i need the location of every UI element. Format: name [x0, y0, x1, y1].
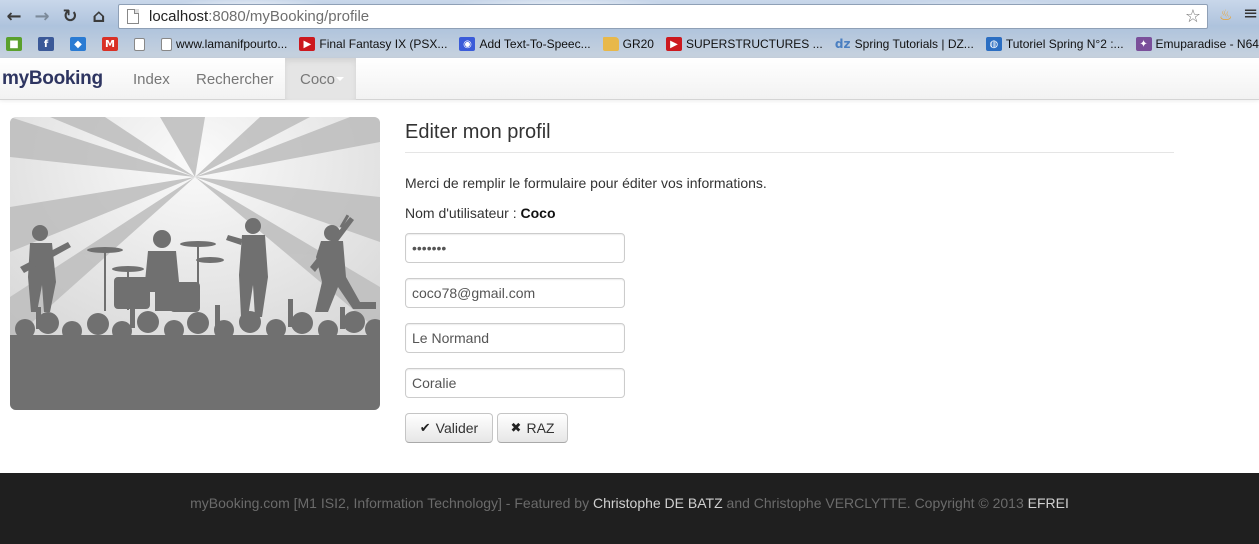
bookmark-item[interactable]: M	[96, 37, 122, 51]
page-footer: myBooking.com [M1 ISI2, Information Tech…	[0, 473, 1259, 544]
form-instructions: Merci de remplir le formulaire pour édit…	[405, 175, 767, 191]
dzone-icon: dz	[834, 37, 851, 51]
address-bar[interactable]: localhost:8080/myBooking/profile ☆	[118, 4, 1208, 29]
bookmark-item[interactable]: ◍ Tutoriel Spring N°2 :...	[980, 37, 1124, 51]
back-icon[interactable]: ←	[2, 4, 26, 28]
messenger-icon: ◆	[70, 37, 86, 51]
nav-item-rechercher[interactable]: Rechercher	[181, 58, 289, 100]
footer-text: myBooking.com [M1 ISI2, Information Tech…	[190, 495, 1069, 511]
bookmark-item[interactable]: ■	[0, 37, 26, 51]
bookmark-item[interactable]: f	[32, 37, 58, 51]
submit-button[interactable]: ✔ Valider	[405, 413, 493, 443]
checkmark-icon: ✔	[419, 420, 431, 436]
extension-flame-icon[interactable]: ♨	[1219, 6, 1232, 24]
bookmark-item[interactable]: ▶ Final Fantasy IX (PSX...	[293, 37, 447, 51]
bookmark-item[interactable]: www.lamanifpourto...	[155, 37, 287, 51]
home-icon[interactable]: ⌂	[87, 4, 111, 28]
lastname-field[interactable]	[405, 323, 625, 353]
bookmark-item[interactable]	[128, 37, 149, 51]
password-field[interactable]	[405, 233, 625, 263]
globe-icon: ◍	[985, 37, 1002, 51]
url-path: :8080/myBooking/profile	[208, 8, 370, 25]
youtube-icon: ▶	[665, 37, 682, 51]
page-title: Editer mon profil	[405, 121, 551, 143]
bookmark-label: SUPERSTRUCTURES ...	[685, 37, 823, 51]
bookmark-item[interactable]: ✦Emuparadise - N64 ...	[1130, 37, 1259, 51]
bookmark-item[interactable]: ▶ SUPERSTRUCTURES ...	[660, 37, 823, 51]
divider	[405, 152, 1174, 153]
concert-image	[10, 117, 380, 410]
speech-icon: ◉	[459, 37, 476, 51]
browser-toolbar: ← → ↻ ⌂ localhost:8080/myBooking/profile…	[0, 0, 1259, 58]
gmail-icon: M	[102, 37, 118, 51]
bookmark-label: www.lamanifpourto...	[176, 37, 288, 51]
submit-label: Valider	[435, 420, 479, 436]
url-host: localhost	[149, 8, 209, 25]
apps-icon: ■	[6, 37, 22, 51]
username-label: Nom d'utilisateur :	[405, 205, 521, 221]
reset-label: RAZ	[526, 420, 555, 436]
firstname-field[interactable]	[405, 368, 625, 398]
bookmark-label: GR20	[622, 37, 654, 51]
bookmark-label: Final Fantasy IX (PSX...	[319, 37, 448, 51]
brand-logo[interactable]: myBooking	[2, 68, 103, 90]
nav-item-index[interactable]: Index	[118, 58, 185, 100]
nav-item-user-dropdown[interactable]: Coco	[285, 58, 356, 100]
forward-icon[interactable]: →	[30, 4, 54, 28]
page-icon	[161, 37, 172, 51]
bookmark-item[interactable]: ◉ Add Text-To-Speec...	[453, 37, 591, 51]
page-icon	[127, 9, 139, 24]
bookmark-item[interactable]: GR20	[597, 37, 654, 51]
username-value: Coco	[520, 205, 556, 221]
bookmark-item[interactable]: dz Spring Tutorials | DZ...	[829, 37, 974, 51]
folder-icon	[602, 37, 619, 51]
site-navbar: myBooking Index Rechercher Coco	[0, 58, 1259, 100]
bookmark-label: Tutoriel Spring N°2 :...	[1005, 37, 1124, 51]
bookmark-label: Spring Tutorials | DZ...	[854, 37, 974, 51]
chevron-down-icon	[336, 77, 345, 81]
efrei-link[interactable]: EFREI	[1028, 495, 1069, 511]
reset-button[interactable]: ✖ RAZ	[497, 413, 568, 443]
facebook-icon: f	[38, 37, 54, 51]
youtube-icon: ▶	[299, 37, 316, 51]
bookmark-label: Add Text-To-Speec...	[479, 37, 591, 51]
email-field[interactable]	[405, 278, 625, 308]
bookmark-label: Emuparadise - N64 ...	[1155, 37, 1259, 51]
author-link[interactable]: Christophe DE BATZ	[593, 495, 723, 511]
close-icon: ✖	[510, 420, 522, 436]
page-icon	[134, 37, 145, 51]
bookmark-star-icon[interactable]: ☆	[1185, 6, 1201, 27]
n64-icon: ✦	[1135, 37, 1152, 51]
username-line: Nom d'utilisateur : Coco	[405, 205, 556, 221]
menu-icon[interactable]: ≡	[1243, 3, 1258, 24]
bookmarks-bar: ■ f ◆ Mwww.lamanifpourto... ▶ Final Fantasy I…	[0, 33, 1259, 55]
reload-icon[interactable]: ↻	[58, 4, 82, 28]
bookmark-item[interactable]: ◆	[64, 37, 90, 51]
